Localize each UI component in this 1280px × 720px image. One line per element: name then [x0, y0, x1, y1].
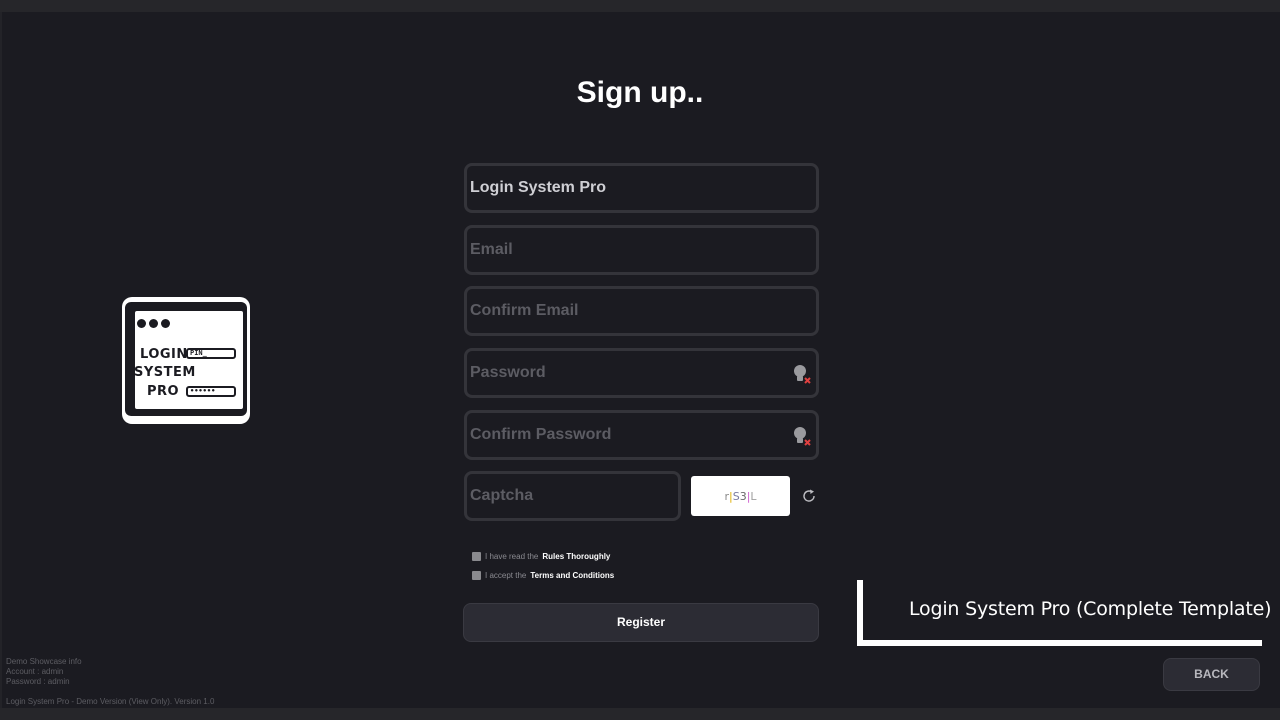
left-edge [0, 12, 2, 708]
back-button[interactable]: BACK [1163, 658, 1260, 691]
show-password-icon[interactable] [792, 363, 812, 385]
top-bar [0, 0, 1280, 12]
app-logo: LOGIN PIN_ SYSTEM PRO •••••• [122, 297, 250, 424]
rules-checkbox-row: I have read the Rules Thoroughly [472, 550, 610, 562]
rules-link[interactable]: Rules Thoroughly [542, 552, 610, 561]
captcha-image: r | S 3 | L [691, 476, 790, 516]
captcha-input[interactable] [470, 474, 670, 518]
captcha-char: L [750, 489, 757, 503]
logo-dot [149, 319, 158, 328]
page-title: Sign up.. [576, 76, 704, 109]
password-field-box [464, 348, 819, 398]
confirm-password-input[interactable] [470, 413, 780, 457]
logo-dot [137, 319, 146, 328]
password-input[interactable] [470, 351, 780, 395]
logo-text-login: LOGIN [140, 347, 188, 362]
terms-link[interactable]: Terms and Conditions [530, 571, 614, 580]
terms-prefix-label: I accept the [485, 570, 527, 580]
email-field-box [464, 225, 819, 275]
confirm-password-field-box [464, 410, 819, 460]
confirm-email-field-box [464, 286, 819, 336]
confirm-email-input[interactable] [470, 289, 780, 333]
rules-checkbox[interactable] [472, 551, 481, 561]
promo-frame-bottom [857, 640, 1262, 646]
logo-dot [161, 319, 170, 328]
demo-info-password: Password : admin [6, 677, 70, 686]
captcha-char: 3 [739, 489, 747, 503]
logo-password-field: •••••• [186, 386, 236, 397]
show-confirm-password-icon[interactable] [792, 425, 812, 447]
captcha-char: S [732, 489, 740, 503]
captcha-field-box [464, 471, 681, 521]
username-input[interactable] [470, 166, 780, 210]
register-button[interactable]: Register [463, 603, 819, 642]
version-info: Login System Pro - Demo Version (View On… [6, 697, 215, 706]
refresh-captcha-icon[interactable] [801, 488, 817, 504]
promo-frame-left [857, 580, 863, 646]
logo-text-pro: PRO [147, 384, 180, 399]
terms-checkbox-row: I accept the Terms and Conditions [472, 569, 614, 581]
demo-info-account: Account : admin [6, 667, 64, 676]
username-field-box [464, 163, 819, 213]
logo-pin-field: PIN_ [186, 348, 236, 359]
logo-text-system: SYSTEM [134, 365, 196, 380]
promo-title: Login System Pro (Complete Template) [909, 598, 1272, 620]
demo-info-title: Demo Showcase info [6, 657, 82, 666]
terms-checkbox[interactable] [472, 570, 481, 580]
email-input[interactable] [470, 228, 780, 272]
bottom-bar [0, 708, 1280, 720]
rules-prefix-label: I have read the [485, 551, 539, 561]
